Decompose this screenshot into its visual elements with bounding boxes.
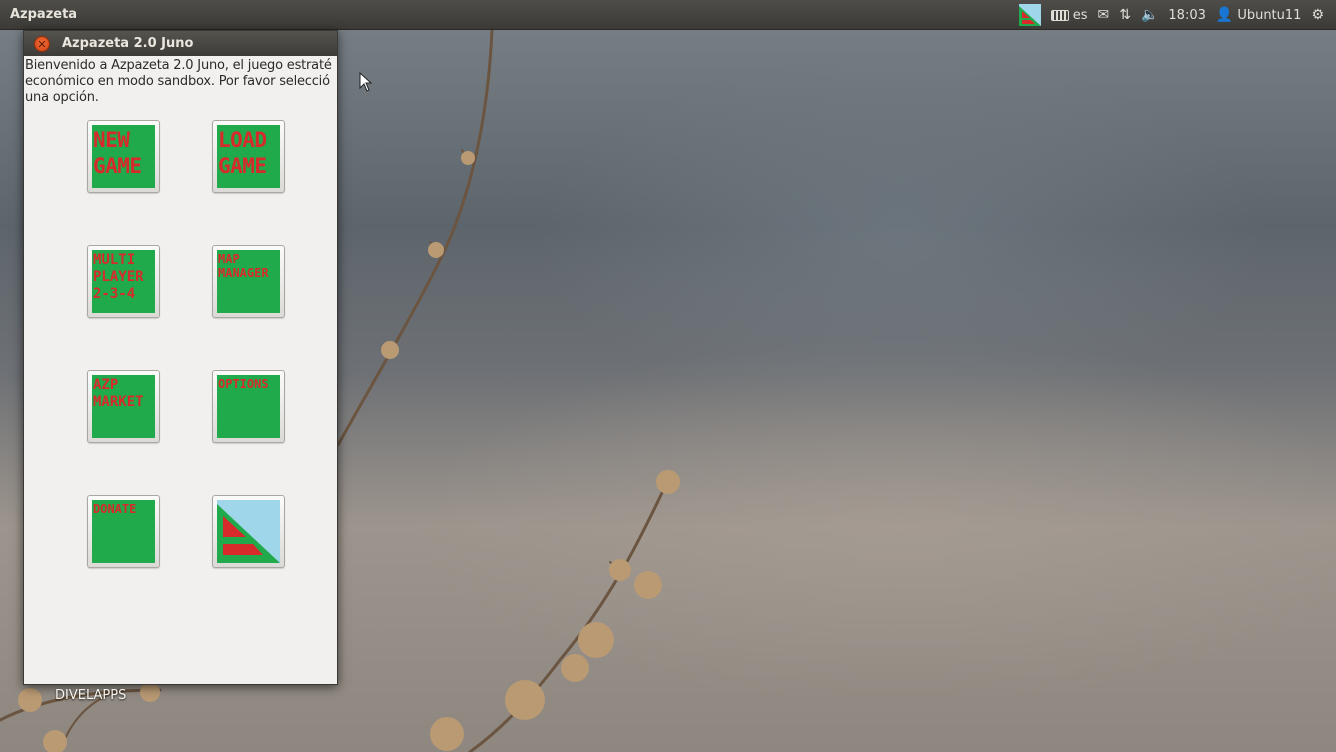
top-panel: Azpazeta es ✉ ⇅ 🔈 18:03 👤 Ubuntu11 ⚙ — [0, 0, 1336, 30]
welcome-message: Bienvenido a Azpazeta 2.0 Juno, el juego… — [25, 58, 337, 106]
keyboard-icon — [1050, 9, 1069, 21]
keyboard-layout-label: es — [1072, 7, 1088, 23]
clock[interactable]: 18:03 — [1168, 8, 1205, 23]
map-manager-label: MAP MANAGER — [218, 252, 269, 280]
azp-market-button[interactable]: AZP MARKET — [87, 370, 160, 443]
map-manager-button[interactable]: MAP MANAGER — [212, 245, 285, 318]
mouse-cursor-icon — [359, 72, 373, 92]
user-menu[interactable]: 👤 Ubuntu11 — [1216, 8, 1302, 23]
options-button[interactable]: OPTIONS — [212, 370, 285, 443]
azpazeta-logo-icon — [217, 500, 280, 563]
donate-button[interactable]: DONATE — [87, 495, 160, 568]
new-game-label: NEW GAME — [93, 128, 142, 178]
close-icon[interactable]: ✕ — [34, 35, 50, 52]
system-tray: es ✉ ⇅ 🔈 18:03 👤 Ubuntu11 ⚙ — [1018, 4, 1324, 26]
gear-icon[interactable]: ⚙ — [1311, 8, 1324, 22]
window-title: Azpazeta 2.0 Juno — [62, 36, 194, 51]
welcome-line-2: económico en modo sandbox. Por favor sel… — [25, 74, 330, 89]
window-titlebar[interactable]: ✕ Azpazeta 2.0 Juno — [24, 31, 337, 56]
keyboard-indicator[interactable]: es — [1050, 7, 1088, 23]
mail-icon[interactable]: ✉ — [1098, 8, 1110, 22]
desktop-icon-label[interactable]: DIVELAPPS — [55, 688, 126, 703]
volume-icon[interactable]: 🔈 — [1141, 8, 1158, 22]
donate-label: DONATE — [93, 502, 137, 516]
load-game-label: LOAD GAME — [218, 128, 267, 178]
network-icon[interactable]: ⇅ — [1119, 8, 1131, 22]
azpazeta-tray-icon[interactable] — [1018, 4, 1041, 26]
welcome-line-1: Bienvenido a Azpazeta 2.0 Juno, el juego… — [25, 58, 332, 73]
new-game-button[interactable]: NEW GAME — [87, 120, 160, 193]
multiplayer-button[interactable]: MULTI PLAYER 2-3-4 — [87, 245, 160, 318]
azpazeta-window: ✕ Azpazeta 2.0 Juno Bienvenido a Azpazet… — [23, 30, 338, 685]
user-name: Ubuntu11 — [1237, 7, 1302, 23]
user-icon: 👤 — [1215, 7, 1234, 23]
azp-market-label: AZP MARKET — [93, 377, 144, 410]
about-logo-button[interactable] — [212, 495, 285, 568]
options-label: OPTIONS — [218, 377, 269, 391]
welcome-line-3: una opción. — [25, 90, 99, 105]
panel-app-title: Azpazeta — [10, 7, 78, 22]
load-game-button[interactable]: LOAD GAME — [212, 120, 285, 193]
multiplayer-label: MULTI PLAYER 2-3-4 — [93, 252, 144, 302]
